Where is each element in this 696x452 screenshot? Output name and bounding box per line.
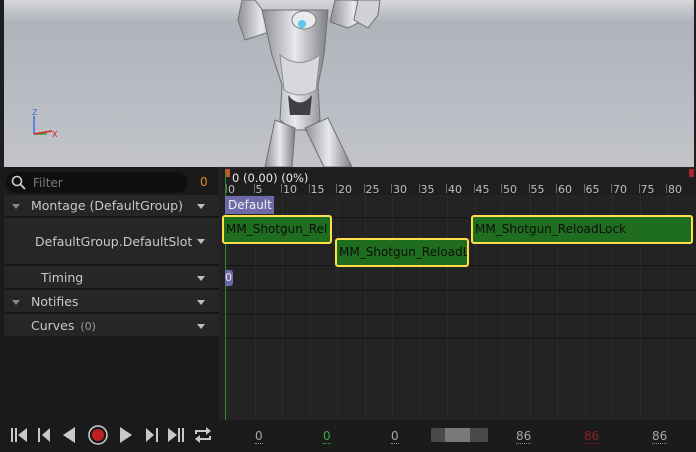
ruler-tick-line <box>281 184 282 193</box>
current-frame-field[interactable]: 0 <box>391 429 399 444</box>
timeline-panel[interactable]: 0 (0.00) (0%) 0 5 10 15 20 25 30 35 40 45 50 55 60 65… <box>219 167 696 452</box>
curves-label: Curves <box>31 318 75 333</box>
track-curves[interactable]: Curves (0) <box>4 314 219 337</box>
play-icon[interactable] <box>115 424 137 446</box>
timing-marker[interactable]: 0 <box>225 270 233 286</box>
ruler-tick-line <box>528 184 530 193</box>
track-label: Montage (DefaultGroup) <box>31 198 183 213</box>
ruler-tick-line <box>611 184 612 193</box>
track-label: DefaultGroup.DefaultSlot <box>35 234 193 249</box>
total-end-field[interactable]: 86 <box>652 429 668 444</box>
dropdown-caret-icon[interactable] <box>197 204 205 209</box>
axis-gizmo-icon: Z X <box>32 108 58 139</box>
row-divider <box>222 338 696 339</box>
dropdown-caret-icon[interactable] <box>197 324 205 329</box>
3d-viewport[interactable]: Z X <box>0 0 696 167</box>
view-start-field[interactable]: 0 <box>255 429 263 444</box>
ruler-tick-line <box>666 184 667 193</box>
ruler-tick-line <box>556 184 557 193</box>
filter-row: 0 <box>3 170 219 194</box>
view-end-field[interactable]: 86 <box>516 429 532 444</box>
search-icon <box>11 175 26 190</box>
grid-line <box>392 195 393 419</box>
ruler-tick-line <box>336 184 337 193</box>
character-model <box>237 0 381 167</box>
dropdown-caret-icon[interactable] <box>197 276 205 281</box>
record-icon[interactable] <box>87 424 109 446</box>
end-marker-icon[interactable] <box>689 169 694 177</box>
ruler-tick-line <box>446 184 447 193</box>
ruler-tick-line <box>226 184 227 193</box>
expand-arrow-icon[interactable] <box>12 300 20 305</box>
track-notifies[interactable]: Notifies <box>4 290 219 313</box>
montage-segment[interactable]: MM_Shotgun_Rel <box>222 215 332 244</box>
ruler-tick-line <box>583 184 585 193</box>
ruler-tick-line <box>418 184 420 193</box>
viewport-frame <box>0 0 4 167</box>
montage-segment[interactable]: MM_Shotgun_ReloadLock <box>471 215 693 244</box>
dropdown-caret-icon[interactable] <box>197 239 205 244</box>
grid-line <box>364 195 366 419</box>
filter-count: 0 <box>200 175 208 189</box>
curves-count: (0) <box>80 320 96 333</box>
ruler-tick-line <box>501 184 502 193</box>
ruler-tick-line <box>391 184 392 193</box>
grid-line <box>337 195 338 419</box>
expand-arrow-icon[interactable] <box>12 204 20 209</box>
track-montage[interactable]: Montage (DefaultGroup) <box>4 195 219 217</box>
ruler-tick-line <box>473 184 475 193</box>
ruler-tick-line <box>308 184 310 193</box>
track-label: Notifies <box>31 294 79 309</box>
grid-line <box>419 195 421 419</box>
ruler-tick-line <box>363 184 365 193</box>
grid-line <box>447 195 448 419</box>
play-reverse-icon[interactable] <box>58 424 80 446</box>
dropdown-caret-icon[interactable] <box>197 300 205 305</box>
svg-text:X: X <box>52 130 58 139</box>
range-bar: 0 0 0 86 86 86 <box>219 420 696 452</box>
to-start-icon[interactable] <box>8 424 30 446</box>
ruler-tick-line <box>253 184 255 193</box>
time-ruler[interactable]: 0 (0.00) (0%) 0 5 10 15 20 25 30 35 40 45 50 55 60 65… <box>222 169 696 196</box>
step-back-icon[interactable] <box>33 424 55 446</box>
ruler-tick-line <box>638 184 640 193</box>
track-label: Timing <box>41 270 84 285</box>
timing-label: 0 <box>225 271 232 284</box>
scrollbar-thumb[interactable] <box>445 428 470 442</box>
montage-segment[interactable]: MM_Shotgun_ReloadL <box>335 238 469 267</box>
track-label: Curves (0) <box>31 318 96 333</box>
playback-start-field[interactable]: 0 <box>323 429 331 444</box>
filter-box[interactable] <box>6 172 188 193</box>
svg-text:Z: Z <box>32 108 38 117</box>
playback-end-field[interactable]: 86 <box>584 429 600 444</box>
timeline-scrollbar[interactable] <box>431 428 488 442</box>
section-default[interactable]: Default <box>225 196 274 214</box>
track-timing[interactable]: Timing <box>4 266 219 289</box>
row-divider <box>222 314 696 315</box>
step-forward-icon[interactable] <box>141 424 163 446</box>
track-slot[interactable]: DefaultGroup.DefaultSlot <box>4 218 219 265</box>
to-end-icon[interactable] <box>165 424 187 446</box>
row-divider <box>222 290 696 291</box>
track-list-panel: 0 Montage (DefaultGroup) DefaultGroup.De… <box>3 167 219 452</box>
loop-icon[interactable] <box>192 424 214 446</box>
filter-input[interactable] <box>33 174 183 191</box>
transport-controls <box>8 424 218 446</box>
